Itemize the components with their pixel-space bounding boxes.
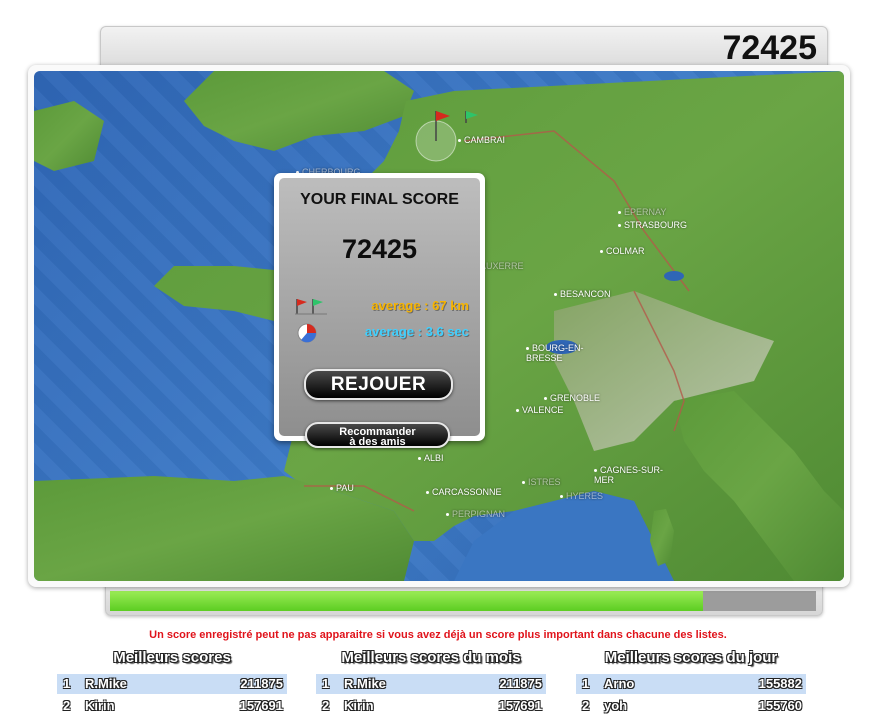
rank: 2 — [63, 698, 71, 713]
player-score: 157691 — [498, 698, 542, 713]
player-score: 155882 — [758, 676, 802, 691]
final-score-title: YOUR FINAL SCORE — [300, 191, 459, 208]
map-city-label: ISTRES — [522, 477, 561, 487]
leaderboard-row: 2 Kirin 157691 — [57, 696, 287, 716]
player-score: 211875 — [499, 676, 542, 691]
average-time-row: average : 3.6 sec — [293, 322, 473, 343]
map-city-label: BESANCON — [554, 289, 611, 299]
recommend-label: Recommander à des amis — [339, 426, 416, 448]
player-score: 155760 — [758, 698, 802, 713]
current-score: 72425 — [722, 29, 817, 67]
leaderboard-row: 1 R.Mike 211875 — [316, 674, 546, 694]
leaderboard-day: Meilleurs scores du jour 1 Arno 155882 2… — [576, 648, 806, 716]
player-name: R.Mike — [85, 676, 127, 691]
map-city-label: COLMAR — [600, 246, 645, 256]
average-time: average : 3.6 sec — [364, 324, 469, 339]
time-progress-track — [110, 591, 816, 611]
recommend-to-friends-button[interactable]: Recommander à des amis — [305, 422, 450, 448]
average-distance: average : 67 km — [371, 298, 469, 313]
leaderboard-notice: Un score enregistré peut ne pas apparait… — [149, 629, 727, 641]
map-city-label: CAMBRAI — [458, 135, 505, 145]
player-name: Kirin — [85, 698, 115, 713]
map-city-label: CARCASSONNE — [426, 487, 502, 497]
player-name: Arno — [604, 676, 635, 691]
map-city-label: EPERNAY — [618, 207, 666, 217]
map-city-label: CAGNES-SUR- MER — [594, 465, 664, 485]
clock-icon — [293, 322, 329, 343]
map-city-label: ALBI — [418, 453, 444, 463]
map-city-label: BOURG-EN- BRESSE — [526, 343, 584, 363]
average-distance-row: average : 67 km — [293, 296, 473, 316]
time-progress-fill — [110, 591, 704, 611]
rank: 1 — [63, 676, 71, 691]
leaderboard-row: 2 yoh 155760 — [576, 696, 806, 716]
rank: 2 — [322, 698, 330, 713]
final-score-panel: YOUR FINAL SCORE 72425 average : 67 km a… — [279, 178, 480, 436]
map-city-label: HYERES — [560, 491, 603, 501]
replay-button[interactable]: REJOUER — [304, 369, 453, 400]
player-name: yoh — [604, 698, 628, 713]
leaderboard-title: Meilleurs scores — [113, 649, 231, 666]
leaderboard-month: Meilleurs scores du mois 1 R.Mike 211875… — [316, 648, 546, 716]
final-score-value: 72425 — [341, 234, 418, 264]
player-score: 211875 — [240, 676, 283, 691]
player-score: 157691 — [239, 698, 283, 713]
map-city-label: PERPIGNAN — [446, 509, 505, 519]
final-score-dialog: YOUR FINAL SCORE 72425 average : 67 km a… — [274, 173, 485, 448]
leaderboard-title: Meilleurs scores du mois — [341, 649, 521, 666]
player-name: Kirin — [344, 698, 374, 713]
map-city-label: STRASBOURG — [618, 220, 687, 230]
leaderboard-row: 1 Arno 155882 — [576, 674, 806, 694]
leaderboard-title: Meilleurs scores du jour — [604, 649, 778, 666]
rank: 1 — [322, 676, 330, 691]
map-city-label: GRENOBLE — [544, 393, 600, 403]
rank: 1 — [582, 676, 590, 691]
player-name: R.Mike — [344, 676, 386, 691]
leaderboard-all-time: Meilleurs scores 1 R.Mike 211875 2 Kirin… — [57, 648, 287, 716]
map-city-label: PAU — [330, 483, 354, 493]
map-city-label: VALENCE — [516, 405, 563, 415]
flags-icon — [293, 296, 329, 316]
leaderboard-row: 2 Kirin 157691 — [316, 696, 546, 716]
leaderboard-row: 1 R.Mike 211875 — [57, 674, 287, 694]
rank: 2 — [582, 698, 590, 713]
